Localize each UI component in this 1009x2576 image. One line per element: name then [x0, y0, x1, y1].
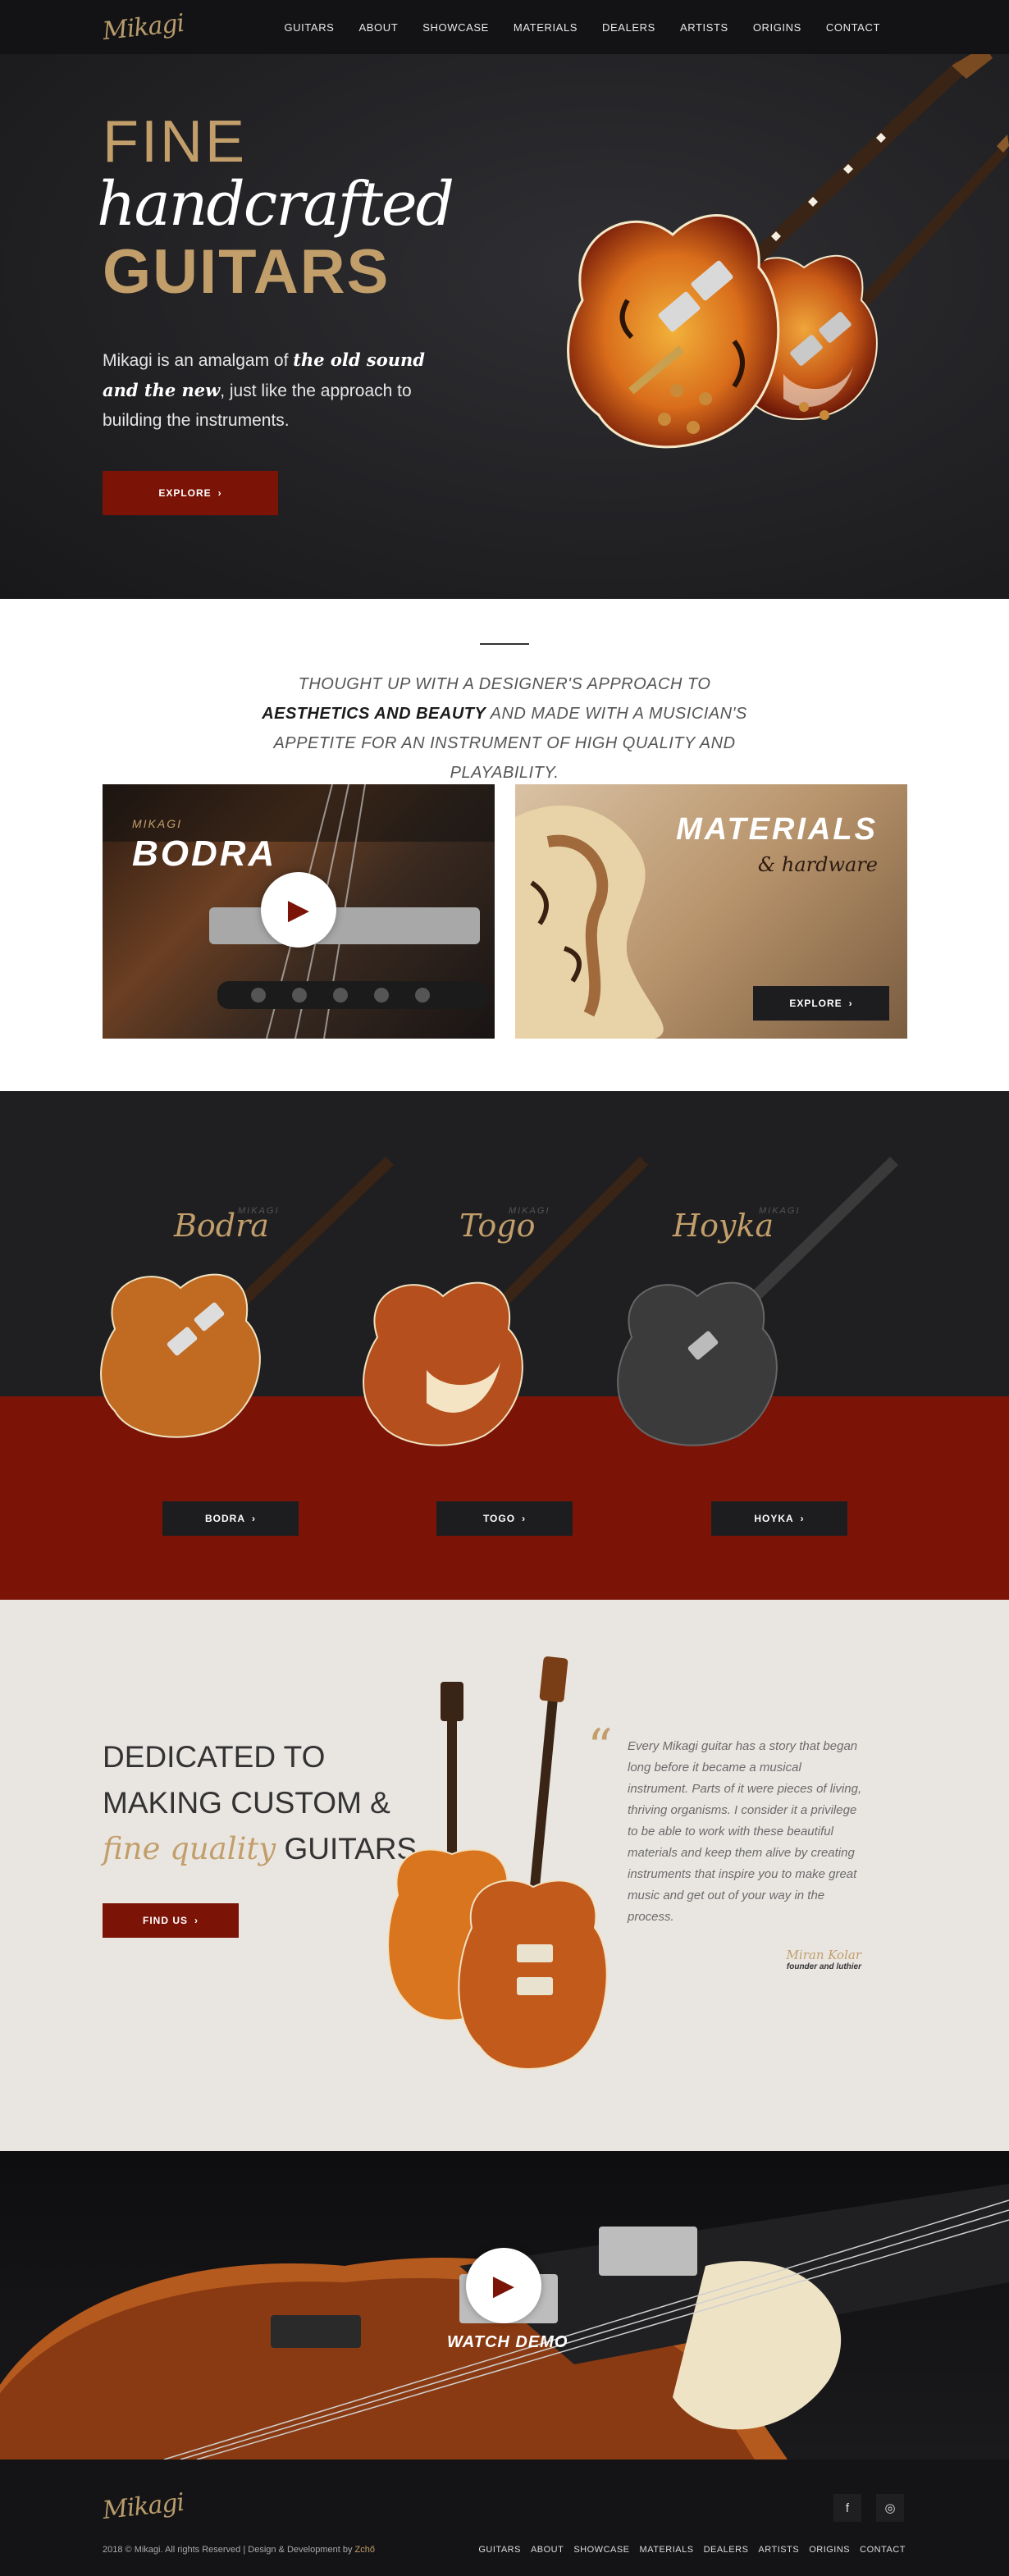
footer-link-dealers[interactable]: DEALERS	[704, 2545, 749, 2555]
materials-explore-button[interactable]: EXPLORE ›	[753, 986, 889, 1021]
dedicated-section: DEDICATED TO MAKING CUSTOM & fine qualit…	[0, 1600, 1009, 2151]
nav-link-about[interactable]: ABOUT	[358, 21, 398, 34]
dedicated-heading: DEDICATED TO MAKING CUSTOM & fine qualit…	[103, 1740, 418, 1866]
footer-logo[interactable]: Mikagi	[101, 2488, 185, 2525]
bodra-video-card[interactable]: MIKAGI BODRA ▶	[103, 784, 495, 1039]
quote-author: Miran Kolar	[786, 1948, 861, 1962]
hero-line-guitars: GUITARS	[103, 237, 390, 307]
quote-role: founder and luthier	[786, 1962, 861, 1971]
footer-link-showcase[interactable]: SHOWCASE	[573, 2545, 629, 2555]
footer-links: GUITARS ABOUT SHOWCASE MATERIALS DEALERS…	[478, 2545, 906, 2555]
nav-link-origins[interactable]: ORIGINS	[753, 21, 801, 34]
footer-link-guitars[interactable]: GUITARS	[478, 2545, 521, 2555]
chevron-right-icon: ›	[217, 487, 222, 499]
hero-line-fine: FINE	[103, 109, 248, 175]
dedicated-guitars-image	[387, 1656, 608, 2070]
instagram-icon[interactable]: ◎	[876, 2494, 904, 2522]
intro-section: THOUGHT UP WITH A DESIGNER'S APPROACH TO…	[0, 599, 1009, 1091]
tagline: THOUGHT UP WITH A DESIGNER'S APPROACH TO…	[262, 675, 747, 782]
page: Mikagi GUITARS ABOUT SHOWCASE MATERIALS …	[0, 0, 1009, 2576]
footer-link-materials[interactable]: MATERIALS	[640, 2545, 694, 2555]
founder-quote: Every Mikagi guitar has a story that beg…	[628, 1739, 862, 1924]
hero-guitars-image	[567, 54, 1009, 449]
card-materials-sub: & hardware	[757, 853, 878, 876]
footer-link-contact[interactable]: CONTACT	[860, 2545, 906, 2555]
materials-card[interactable]: MATERIALS & hardware EXPLORE ›	[515, 784, 907, 1039]
model-bodra-button[interactable]: BODRA ›	[162, 1501, 299, 1536]
hero-line-handcrafted: handcrafted	[97, 169, 454, 240]
logo[interactable]: Mikagi	[101, 8, 185, 45]
find-us-button[interactable]: FIND US ›	[103, 1903, 239, 1938]
nav-link-materials[interactable]: MATERIALS	[514, 21, 578, 34]
demo-video[interactable]: ▶ WATCH DEMO	[0, 2151, 1009, 2460]
quote-signature: Miran Kolar founder and luthier	[714, 1948, 861, 1971]
footer-link-artists[interactable]: ARTISTS	[758, 2545, 799, 2555]
chevron-right-icon: ›	[848, 998, 853, 1009]
footer-link-origins[interactable]: ORIGINS	[809, 2545, 850, 2555]
hero: FINE handcrafted GUITARS Mikagi is an am…	[0, 54, 1009, 653]
watch-demo-label[interactable]: WATCH DEMO	[447, 2333, 568, 2352]
model-hoyka-button[interactable]: HOYKA ›	[711, 1501, 847, 1536]
divider	[480, 643, 529, 645]
chevron-right-icon: ›	[800, 1513, 805, 1524]
quote-icon: “	[587, 1719, 613, 1776]
nav-link-artists[interactable]: ARTISTS	[680, 21, 728, 34]
chevron-right-icon: ›	[194, 1915, 199, 1926]
nav-link-showcase[interactable]: SHOWCASE	[422, 21, 489, 34]
facebook-icon[interactable]: f	[833, 2494, 861, 2522]
nav-link-contact[interactable]: CONTACT	[826, 21, 880, 34]
play-icon[interactable]: ▶	[466, 2248, 541, 2323]
hero-explore-button[interactable]: EXPLORE ›	[103, 471, 278, 515]
footer: Mikagi f ◎ 2018 © Mikagi. All rights Res…	[0, 2460, 1009, 2576]
footer-link-about[interactable]: ABOUT	[531, 2545, 564, 2555]
chevron-right-icon: ›	[252, 1513, 256, 1524]
models-section: MIKAGI Bodra MIKAGI Togo MIKAGI Hoyka BO…	[0, 1091, 1009, 1600]
model-togo-button[interactable]: TOGO ›	[436, 1501, 573, 1536]
card-bodra-title: BODRA	[132, 834, 277, 874]
model-guitars-image	[100, 1157, 898, 1446]
nav-link-guitars[interactable]: GUITARS	[284, 21, 334, 34]
copyright: 2018 © Mikagi. All rights Reserved | Des…	[103, 2545, 375, 2555]
card-materials-title: MATERIALS	[676, 812, 878, 847]
play-icon[interactable]: ▶	[261, 872, 336, 948]
top-nav: Mikagi GUITARS ABOUT SHOWCASE MATERIALS …	[0, 0, 1009, 54]
chevron-right-icon: ›	[522, 1513, 527, 1524]
hero-intro: Mikagi is an amalgam of the old sound an…	[103, 349, 425, 430]
developer-link[interactable]: Zchő	[355, 2545, 375, 2555]
nav-link-dealers[interactable]: DEALERS	[602, 21, 655, 34]
card-bodra-brand: MIKAGI	[132, 817, 183, 830]
nav-links: GUITARS ABOUT SHOWCASE MATERIALS DEALERS…	[284, 21, 880, 34]
